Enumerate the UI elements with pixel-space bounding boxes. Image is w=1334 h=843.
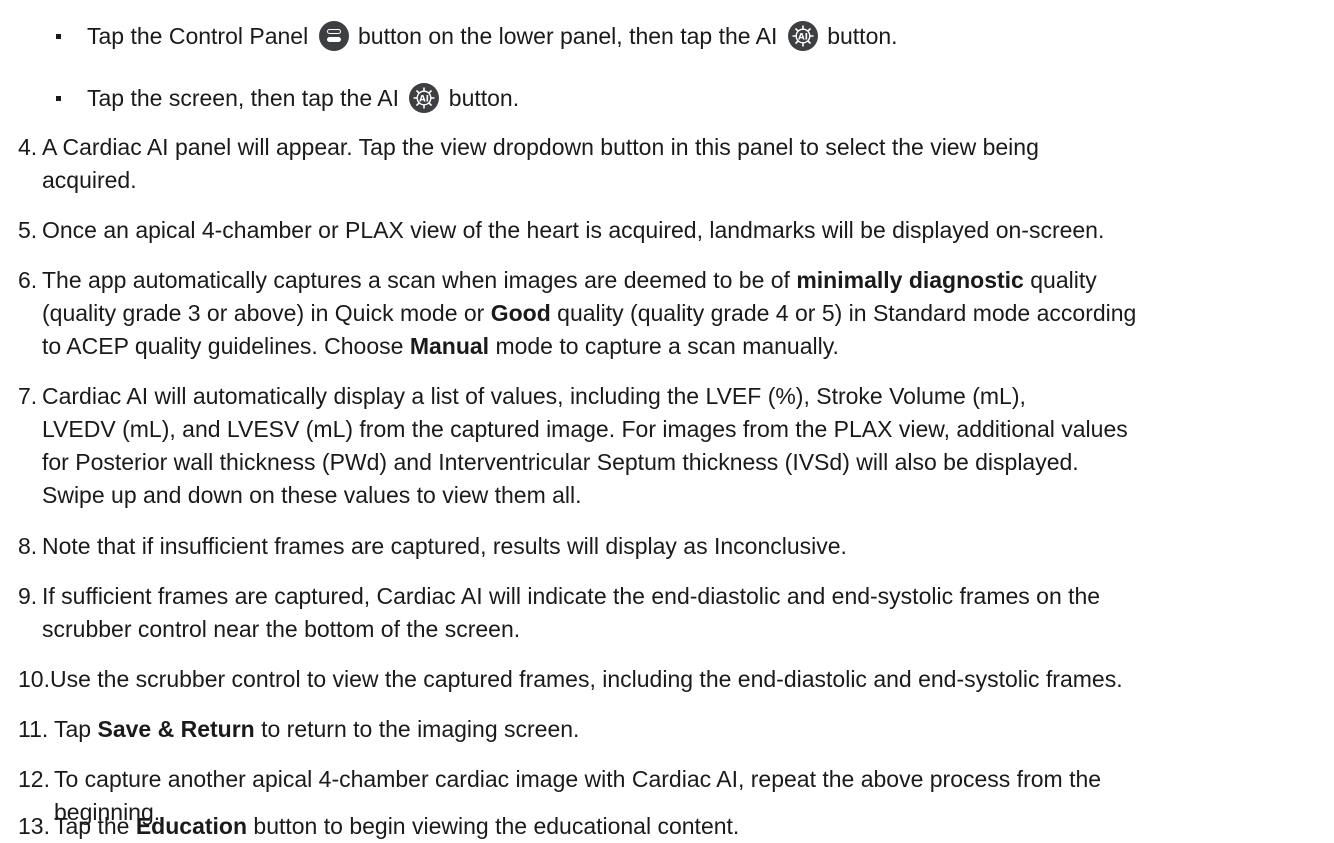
emphasis-save-return: Save & Return	[97, 716, 255, 742]
svg-text:AI: AI	[798, 32, 808, 42]
ai-icon: AI	[787, 20, 818, 51]
step-number: 10.	[18, 666, 50, 692]
bullet-text: Tap the Control Panel	[87, 23, 309, 49]
step-number: 5.	[18, 217, 38, 243]
step-number: 8.	[18, 533, 38, 559]
step-text: button to begin viewing the educational …	[253, 813, 740, 839]
step-number: 12.	[18, 766, 50, 792]
step-text: Cardiac AI will automatically display a …	[42, 383, 1026, 409]
step-text: If sufficient frames are captured, Cardi…	[42, 583, 1101, 609]
emphasis-good: Good	[490, 300, 551, 326]
step-text: (quality grade 3 or above) in Quick mode…	[42, 300, 485, 326]
step-text: LVEDV (mL), and LVESV (mL) from the capt…	[42, 416, 1128, 442]
step-text: A Cardiac AI panel will appear. Tap the …	[42, 134, 1039, 160]
step-text: mode to capture a scan manually.	[495, 333, 839, 359]
step-text: to return to the imaging screen.	[261, 716, 580, 742]
ai-icon: AI	[409, 82, 440, 113]
step-text: Tap the	[54, 813, 130, 839]
bullet-text: Tap the screen, then tap the AI	[87, 85, 399, 111]
step-text: Use the scrubber control to view the cap…	[50, 666, 1123, 692]
step-text: The app automatically captures a scan wh…	[42, 267, 790, 293]
step-text: for Posterior wall thickness (PWd) and I…	[42, 449, 1079, 475]
step-text: scrubber control near the bottom of the …	[42, 616, 521, 642]
step-text: to ACEP quality guidelines. Choose	[42, 333, 404, 359]
step-number: 4.	[18, 134, 38, 160]
step-number: 11.	[18, 716, 49, 742]
step-text: Tap	[54, 716, 92, 742]
bullet-text: button.	[827, 23, 898, 49]
bullet-dot	[56, 34, 61, 39]
step-number: 7.	[18, 383, 38, 409]
document-page: Tap the Control Panel button on the lowe…	[0, 0, 1334, 840]
emphasis-minimally-diagnostic: minimally diagnostic	[796, 267, 1024, 293]
step-text: Note that if insufficient frames are cap…	[42, 533, 847, 559]
emphasis-education: Education	[135, 813, 248, 839]
control-panel-icon	[318, 20, 349, 51]
step-text: Swipe up and down on these values to vie…	[42, 482, 582, 508]
bullet-text: button.	[448, 85, 520, 111]
svg-text:AI: AI	[420, 94, 430, 104]
step-text: quality (quality grade 4 or 5) in Standa…	[557, 300, 1137, 326]
step-number: 6.	[18, 267, 38, 293]
bullet-text: button on the lower panel, then tap the …	[357, 23, 778, 49]
step-text: acquired.	[42, 167, 137, 193]
emphasis-manual: Manual	[409, 333, 490, 359]
step-text: Once an apical 4-chamber or PLAX view of…	[42, 217, 1105, 243]
bullet-dot	[56, 96, 61, 101]
step-text: quality	[1030, 267, 1097, 293]
step-text: To capture another apical 4-chamber card…	[54, 766, 1102, 792]
step-number: 9.	[18, 583, 38, 609]
step-number: 13.	[18, 813, 50, 839]
